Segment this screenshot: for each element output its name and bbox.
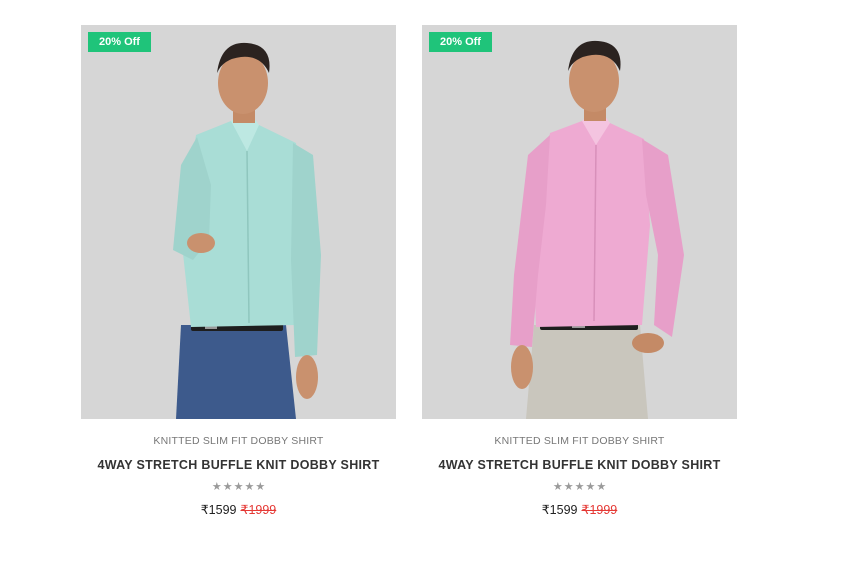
product-grid: 20% Off KNITTED SLIM FIT DOBBY SHIRT 4WA… bbox=[81, 25, 737, 517]
model-photo bbox=[173, 42, 321, 419]
star-icon: ★ bbox=[211, 480, 222, 493]
product-subtitle: KNITTED SLIM FIT DOBBY SHIRT bbox=[494, 435, 665, 447]
product-image[interactable]: 20% Off bbox=[422, 25, 737, 419]
star-icon: ★ bbox=[222, 480, 233, 493]
current-price: ₹1599 bbox=[541, 503, 578, 517]
product-image[interactable]: 20% Off bbox=[81, 25, 396, 419]
star-icon: ★ bbox=[585, 480, 596, 493]
rating-stars: ★ ★ ★ ★ ★ bbox=[212, 481, 265, 493]
price-row: ₹1599 ₹1999 bbox=[201, 502, 277, 517]
current-price: ₹1599 bbox=[200, 503, 237, 517]
original-price: ₹1999 bbox=[240, 503, 277, 517]
product-card[interactable]: 20% Off KNITTED SLIM FIT DOBBY SHIRT 4WA… bbox=[81, 25, 396, 517]
model-photo bbox=[510, 40, 684, 419]
discount-badge: 20% Off bbox=[88, 32, 151, 52]
star-icon: ★ bbox=[563, 480, 574, 493]
star-icon: ★ bbox=[596, 480, 607, 493]
product-title[interactable]: 4WAY STRETCH BUFFLE KNIT DOBBY SHIRT bbox=[97, 458, 379, 472]
original-price: ₹1999 bbox=[581, 503, 618, 517]
product-listing-page: 20% Off KNITTED SLIM FIT DOBBY SHIRT 4WA… bbox=[0, 0, 848, 566]
discount-badge: 20% Off bbox=[429, 32, 492, 52]
star-icon: ★ bbox=[255, 480, 266, 493]
product-subtitle: KNITTED SLIM FIT DOBBY SHIRT bbox=[153, 435, 324, 447]
price-row: ₹1599 ₹1999 bbox=[542, 502, 618, 517]
star-icon: ★ bbox=[244, 480, 255, 493]
star-icon: ★ bbox=[233, 480, 244, 493]
product-card[interactable]: 20% Off KNITTED SLIM FIT DOBBY SHIRT 4WA… bbox=[422, 25, 737, 517]
rating-stars: ★ ★ ★ ★ ★ bbox=[553, 481, 606, 493]
product-title[interactable]: 4WAY STRETCH BUFFLE KNIT DOBBY SHIRT bbox=[438, 458, 720, 472]
star-icon: ★ bbox=[574, 480, 585, 493]
star-icon: ★ bbox=[552, 480, 563, 493]
